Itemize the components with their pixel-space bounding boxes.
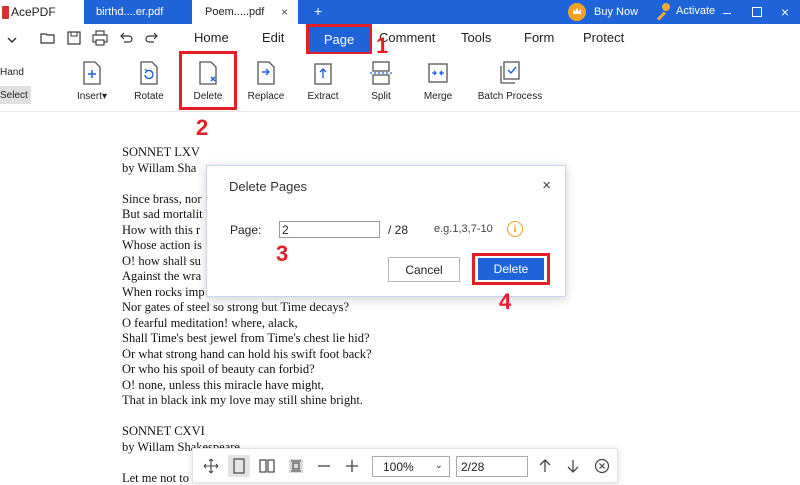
chevron-down-icon: ⌄ <box>434 460 443 471</box>
insert-label: Insert▾ <box>76 91 108 102</box>
tab-birthday-pdf[interactable]: birthd....er.pdf <box>84 0 192 24</box>
buy-now-button[interactable]: Buy Now <box>568 3 638 21</box>
app-name: AcePDF <box>11 5 56 19</box>
info-icon[interactable]: i <box>507 221 523 237</box>
arrow-down-icon[interactable] <box>565 458 581 474</box>
rotate-page-icon <box>140 61 158 85</box>
acepdf-logo-icon <box>2 5 9 19</box>
zoom-value: 100% <box>383 459 414 474</box>
document-line: O! none, unless this miracle have might, <box>122 377 325 392</box>
extract-page-icon <box>314 63 332 85</box>
page-label: Page: <box>230 223 262 237</box>
crown-icon <box>568 3 586 21</box>
rotate-button[interactable]: Rotate <box>119 60 179 108</box>
extract-label: Extract <box>307 91 339 102</box>
merge-button[interactable]: Merge <box>408 60 468 108</box>
restore-button[interactable] <box>742 0 772 24</box>
document-line: O fearful meditation! where, alack, <box>122 315 298 330</box>
replace-button[interactable]: Replace <box>236 60 296 108</box>
document-line: Shall Time's best jewel from Time's ches… <box>122 331 370 345</box>
menu-form[interactable]: Form <box>524 30 554 45</box>
insert-button[interactable]: Insert▾ <box>62 60 122 108</box>
tab-label: birthd....er.pdf <box>96 6 164 18</box>
batch-process-label: Batch Process <box>477 91 543 102</box>
open-folder-icon[interactable] <box>40 30 56 46</box>
menu-tools[interactable]: Tools <box>461 30 491 45</box>
split-button[interactable]: Split <box>351 60 411 108</box>
delete-highlight-box <box>179 51 237 110</box>
document-line: SONNET CXVI <box>122 424 205 438</box>
tab-poem-pdf[interactable]: Poem.....pdf × <box>192 0 298 24</box>
select-tool[interactable]: Select <box>0 86 31 104</box>
activate-label: Activate <box>676 5 716 17</box>
page-number-input[interactable] <box>456 456 528 477</box>
key-icon <box>654 3 670 19</box>
document-line: Nor gates of steel so strong but Time de… <box>122 300 350 314</box>
activate-button[interactable]: Activate <box>654 3 715 19</box>
annotation-2: 2 <box>196 115 209 140</box>
app-tab[interactable]: AcePDF <box>0 0 84 24</box>
annotation-4: 4 <box>499 289 512 314</box>
close-circle-icon[interactable] <box>594 458 610 474</box>
two-page-icon[interactable] <box>259 458 275 474</box>
document-line: SONNET LXV <box>122 145 200 159</box>
merge-page-icon <box>428 63 448 83</box>
save-icon[interactable] <box>66 30 82 46</box>
arrow-up-icon[interactable] <box>537 458 553 474</box>
menu-protect[interactable]: Protect <box>583 30 624 45</box>
annotation-3: 3 <box>276 241 289 266</box>
title-bar: AcePDF birthd....er.pdf Poem.....pdf × +… <box>0 0 800 24</box>
hand-tool[interactable]: Hand <box>0 67 24 78</box>
add-tab-button[interactable]: + <box>314 3 322 19</box>
replace-label: Replace <box>247 91 285 102</box>
zoom-out-icon[interactable] <box>316 458 332 474</box>
page-range-example: e.g.1,3,7-10 <box>434 223 493 235</box>
batch-process-icon <box>500 61 520 84</box>
pan-arrows-icon[interactable] <box>203 458 219 474</box>
zoom-in-icon[interactable] <box>344 458 360 474</box>
document-line: Or what strong hand can hold his swift f… <box>122 346 372 361</box>
close-icon[interactable]: × <box>542 177 551 194</box>
minimize-button[interactable]: – <box>712 0 742 24</box>
page-total: / 28 <box>388 223 409 237</box>
redo-icon[interactable] <box>144 30 160 46</box>
dialog-title: Delete Pages <box>229 179 308 194</box>
batch-process-button[interactable]: Batch Process <box>474 60 546 108</box>
close-window-button[interactable]: × <box>770 0 800 24</box>
buy-now-label: Buy Now <box>594 6 639 18</box>
select-label: Select <box>0 89 28 101</box>
menu-page[interactable]: Page <box>306 24 372 55</box>
close-tab-icon[interactable]: × <box>281 5 288 19</box>
print-icon[interactable] <box>92 30 108 46</box>
extract-button[interactable]: Extract <box>293 60 353 108</box>
chevron-down-icon[interactable] <box>4 32 20 48</box>
menu-edit[interactable]: Edit <box>262 30 284 45</box>
split-label: Split <box>371 91 391 102</box>
tab-label: Poem.....pdf <box>205 6 265 18</box>
split-page-icon <box>370 61 392 85</box>
document-line: That in black ink my love may still shin… <box>122 393 363 407</box>
delete-button-highlight-box <box>472 253 550 285</box>
replace-page-icon <box>257 61 275 85</box>
single-page-icon[interactable] <box>231 458 247 474</box>
undo-icon[interactable] <box>118 30 134 46</box>
page-range-input[interactable] <box>279 221 380 238</box>
merge-label: Merge <box>423 91 453 102</box>
cancel-button[interactable]: Cancel <box>388 257 460 282</box>
bottom-toolbar: 100% ⌄ <box>192 448 618 483</box>
insert-page-icon <box>83 61 101 85</box>
zoom-select[interactable]: 100% ⌄ <box>372 456 450 477</box>
document-line: Or who his spoil of beauty can forbid? <box>122 362 315 376</box>
menu-home[interactable]: Home <box>194 30 229 45</box>
rotate-label: Rotate <box>134 91 164 102</box>
fit-page-icon[interactable] <box>288 458 304 474</box>
